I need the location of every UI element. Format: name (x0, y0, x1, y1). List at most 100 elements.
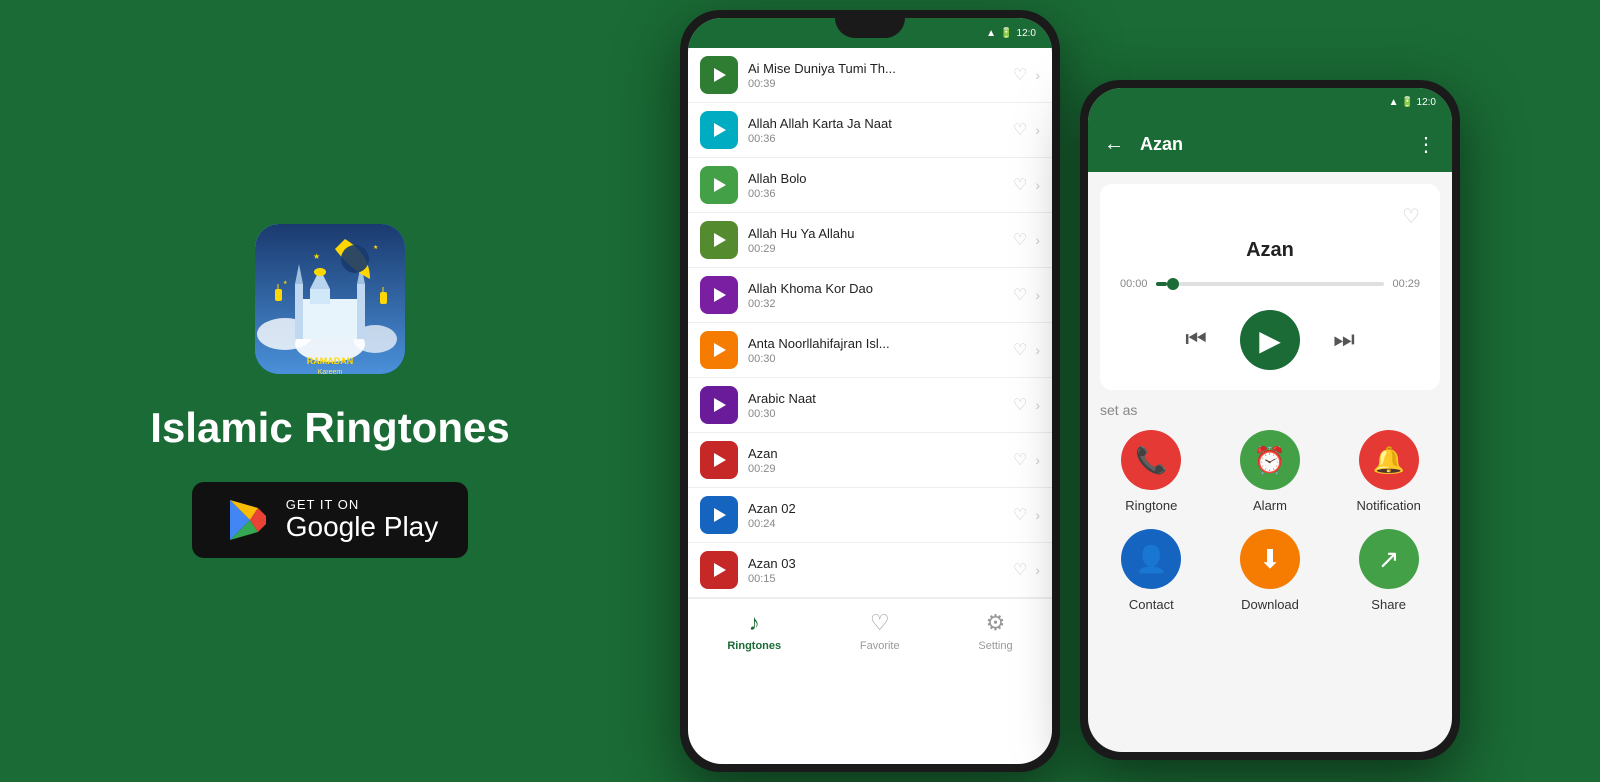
set-as-circle: 🔔 (1359, 430, 1419, 490)
song-info: Allah Hu Ya Allahu 00:29 (748, 226, 1003, 255)
nav-label: Setting (978, 640, 1012, 652)
song-chevron-icon[interactable]: › (1035, 287, 1040, 303)
song-heart-icon[interactable]: ♡ (1013, 285, 1027, 305)
song-chevron-icon[interactable]: › (1035, 67, 1040, 83)
song-item[interactable]: Anta Noorllahifajran Isl... 00:30 ♡ › (688, 323, 1052, 378)
song-chevron-icon[interactable]: › (1035, 232, 1040, 248)
song-play-btn[interactable] (700, 551, 738, 589)
song-item[interactable]: Allah Allah Karta Ja Naat 00:36 ♡ › (688, 103, 1052, 158)
song-play-btn[interactable] (700, 276, 738, 314)
song-heart-icon[interactable]: ♡ (1013, 560, 1027, 580)
song-chevron-icon[interactable]: › (1035, 562, 1040, 578)
song-item[interactable]: Allah Khoma Kor Dao 00:32 ♡ › (688, 268, 1052, 323)
song-heart-icon[interactable]: ♡ (1013, 175, 1027, 195)
set-as-ringtone[interactable]: 📞 Ringtone (1100, 430, 1203, 513)
song-duration: 00:32 (748, 298, 1003, 310)
progress-dot (1167, 278, 1179, 290)
set-as-alarm[interactable]: ⏰ Alarm (1219, 430, 1322, 513)
song-name: Allah Hu Ya Allahu (748, 226, 1003, 241)
time-end: 00:29 (1392, 278, 1420, 290)
set-as-download[interactable]: ⬇ Download (1219, 529, 1322, 612)
song-item[interactable]: Azan 03 00:15 ♡ › (688, 543, 1052, 598)
song-item[interactable]: Allah Hu Ya Allahu 00:29 ♡ › (688, 213, 1052, 268)
player-card: ♡ Azan 00:00 00:29 ⏮ ▶ (1100, 184, 1440, 390)
phone1-time: 12:0 (1017, 28, 1036, 39)
song-heart-icon[interactable]: ♡ (1013, 230, 1027, 250)
song-chevron-icon[interactable]: › (1035, 177, 1040, 193)
nav-item-favorite[interactable]: ♡ Favorite (860, 610, 900, 652)
song-item[interactable]: Allah Bolo 00:36 ♡ › (688, 158, 1052, 213)
phone2-status-icons: ▲ 🔋 12:0 (1389, 97, 1436, 108)
svg-text:RAMADAN: RAMADAN (307, 356, 354, 366)
song-actions: ♡ › (1013, 285, 1040, 305)
set-as-share[interactable]: ↗ Share (1337, 529, 1440, 612)
song-heart-icon[interactable]: ♡ (1013, 340, 1027, 360)
nav-item-setting[interactable]: ⚙ Setting (978, 610, 1012, 652)
song-chevron-icon[interactable]: › (1035, 452, 1040, 468)
play-triangle (714, 178, 726, 192)
song-duration: 00:36 (748, 188, 1003, 200)
song-info: Azan 02 00:24 (748, 501, 1003, 530)
google-play-store-label: Google Play (286, 512, 439, 543)
song-actions: ♡ › (1013, 65, 1040, 85)
song-heart-icon[interactable]: ♡ (1013, 65, 1027, 85)
song-play-btn[interactable] (700, 56, 738, 94)
app-icon: ★ ★ ★ RAMADAN Kareem (255, 224, 405, 374)
song-play-btn[interactable] (700, 496, 738, 534)
song-play-btn[interactable] (700, 441, 738, 479)
nav-label: Favorite (860, 640, 900, 652)
song-item[interactable]: Azan 00:29 ♡ › (688, 433, 1052, 488)
song-item[interactable]: Azan 02 00:24 ♡ › (688, 488, 1052, 543)
song-heart-icon[interactable]: ♡ (1013, 120, 1027, 140)
song-duration: 00:30 (748, 408, 1003, 420)
back-button[interactable]: ← (1104, 133, 1124, 156)
set-as-item-label: Share (1371, 597, 1406, 612)
set-as-notification[interactable]: 🔔 Notification (1337, 430, 1440, 513)
previous-icon: ⏮ (1185, 326, 1207, 354)
app-title: Islamic Ringtones (150, 404, 509, 452)
song-name: Azan (748, 446, 1003, 461)
next-button[interactable]: ⏭ (1324, 320, 1364, 360)
set-as-item-label: Ringtone (1125, 498, 1177, 513)
google-play-icon (222, 496, 270, 544)
song-actions: ♡ › (1013, 450, 1040, 470)
next-icon: ⏭ (1333, 326, 1355, 354)
player-title-header: Azan (1140, 134, 1400, 155)
song-heart-icon[interactable]: ♡ (1013, 505, 1027, 525)
more-options-button[interactable]: ⋮ (1416, 132, 1436, 157)
previous-button[interactable]: ⏮ (1176, 320, 1216, 360)
song-play-btn[interactable] (700, 386, 738, 424)
song-actions: ♡ › (1013, 560, 1040, 580)
google-play-button[interactable]: GET IT ON Google Play (192, 482, 469, 558)
player-heart-icon[interactable]: ♡ (1120, 204, 1420, 229)
song-chevron-icon[interactable]: › (1035, 122, 1040, 138)
set-as-item-label: Alarm (1253, 498, 1287, 513)
song-duration: 00:39 (748, 78, 1003, 90)
song-actions: ♡ › (1013, 505, 1040, 525)
song-chevron-icon[interactable]: › (1035, 507, 1040, 523)
progress-bar[interactable] (1156, 282, 1385, 286)
nav-item-ringtones[interactable]: ♪ Ringtones (727, 610, 781, 652)
set-as-circle: ⏰ (1240, 430, 1300, 490)
song-play-btn[interactable] (700, 221, 738, 259)
song-info: Ai Mise Duniya Tumi Th... 00:39 (748, 61, 1003, 90)
song-item[interactable]: Ai Mise Duniya Tumi Th... 00:39 ♡ › (688, 48, 1052, 103)
song-actions: ♡ › (1013, 120, 1040, 140)
time-start: 00:00 (1120, 278, 1148, 290)
set-as-contact[interactable]: 👤 Contact (1100, 529, 1203, 612)
song-item[interactable]: Arabic Naat 00:30 ♡ › (688, 378, 1052, 433)
play-triangle (714, 288, 726, 302)
song-chevron-icon[interactable]: › (1035, 397, 1040, 413)
song-chevron-icon[interactable]: › (1035, 342, 1040, 358)
song-play-btn[interactable] (700, 166, 738, 204)
phone2: ▲ 🔋 12:0 ← Azan ⋮ ♡ Azan 00:00 00:29 (1080, 80, 1460, 760)
song-heart-icon[interactable]: ♡ (1013, 395, 1027, 415)
play-pause-button[interactable]: ▶ (1240, 310, 1300, 370)
player-controls: ⏮ ▶ ⏭ (1120, 310, 1420, 370)
song-heart-icon[interactable]: ♡ (1013, 450, 1027, 470)
song-play-btn[interactable] (700, 331, 738, 369)
set-as-icon: 📞 (1135, 445, 1167, 476)
play-triangle (714, 508, 726, 522)
song-play-btn[interactable] (700, 111, 738, 149)
set-as-icon: 👤 (1135, 544, 1167, 575)
